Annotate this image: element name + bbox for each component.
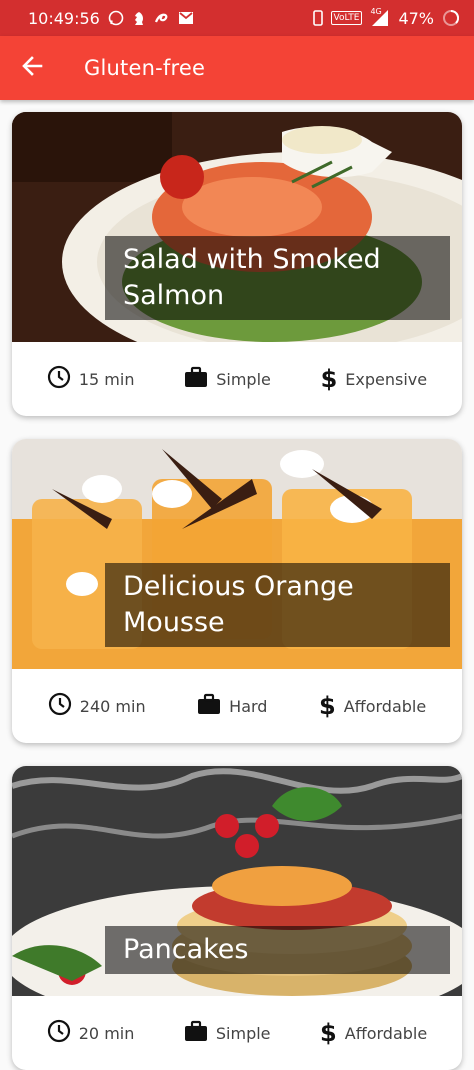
meal-image: Salad with Smoked Salmon	[12, 112, 462, 342]
meal-image: Pancakes	[12, 766, 462, 996]
duration-info: 20 min	[47, 1019, 135, 1047]
complexity-label: Simple	[215, 1023, 271, 1043]
duration-label: 20 min	[78, 1023, 135, 1043]
meal-title: Delicious Orange Mousse	[105, 563, 450, 647]
status-bar: 10:49:56 VoLTE 4G 47%	[0, 0, 474, 36]
meal-card[interactable]: Delicious Orange Mousse 240 min Hard $ A…	[12, 439, 462, 743]
duration-info: 240 min	[48, 692, 146, 720]
briefcase-icon	[184, 366, 208, 392]
affordability-info: $ Affordable	[320, 1021, 427, 1045]
swirl-app-icon	[154, 10, 170, 26]
meal-card[interactable]: Pancakes 20 min Simple $ Affordable	[12, 766, 462, 1070]
briefcase-icon	[184, 1020, 208, 1046]
complexity-info: Simple	[184, 366, 271, 392]
gmail-icon	[178, 11, 194, 25]
affordability-label: Expensive	[345, 369, 428, 389]
meal-card[interactable]: Salad with Smoked Salmon 15 min Simple $…	[12, 112, 462, 416]
dollar-icon: $	[320, 365, 338, 393]
complexity-info: Simple	[184, 1020, 271, 1046]
meal-title: Pancakes	[105, 926, 450, 974]
duration-label: 240 min	[79, 696, 146, 716]
status-time: 10:49:56	[28, 8, 100, 28]
app-bar: Gluten-free	[0, 36, 474, 100]
affordability-label: Affordable	[343, 696, 427, 716]
complexity-info: Hard	[197, 693, 267, 719]
briefcase-icon	[197, 693, 221, 719]
complexity-label: Simple	[216, 369, 271, 389]
signal-icon: 4G	[370, 7, 390, 27]
arrow-back-icon	[21, 55, 43, 81]
battery-percent: 47%	[398, 8, 434, 28]
phone-icon	[312, 10, 323, 26]
duration-label: 15 min	[78, 369, 135, 389]
page-title: Gluten-free	[84, 56, 206, 80]
meal-title: Salad with Smoked Salmon	[105, 236, 450, 320]
dollar-icon: $	[320, 1019, 337, 1047]
dollar-icon: $	[319, 692, 336, 720]
complexity-label: Hard	[229, 696, 268, 716]
back-button[interactable]	[0, 36, 64, 100]
clock-icon	[48, 692, 72, 720]
signal-label: 4G	[370, 7, 382, 16]
clock-icon	[47, 1019, 71, 1047]
meal-image: Delicious Orange Mousse	[12, 439, 462, 669]
meal-meta: 15 min Simple $ Expensive	[12, 342, 462, 416]
duration-info: 15 min	[47, 365, 135, 393]
affordability-info: $ Affordable	[319, 694, 426, 718]
clock-icon	[47, 365, 71, 393]
whatsapp-icon	[108, 10, 124, 26]
meal-meta: 20 min Simple $ Affordable	[12, 996, 462, 1070]
affordability-info: $ Expensive	[321, 367, 428, 391]
affordability-label: Affordable	[344, 1023, 428, 1043]
battery-ring-icon	[442, 9, 460, 27]
volte-label: VoLTE	[333, 13, 360, 23]
meal-meta: 240 min Hard $ Affordable	[12, 669, 462, 743]
volte-badge: VoLTE	[330, 11, 363, 25]
chess-icon	[132, 10, 146, 26]
